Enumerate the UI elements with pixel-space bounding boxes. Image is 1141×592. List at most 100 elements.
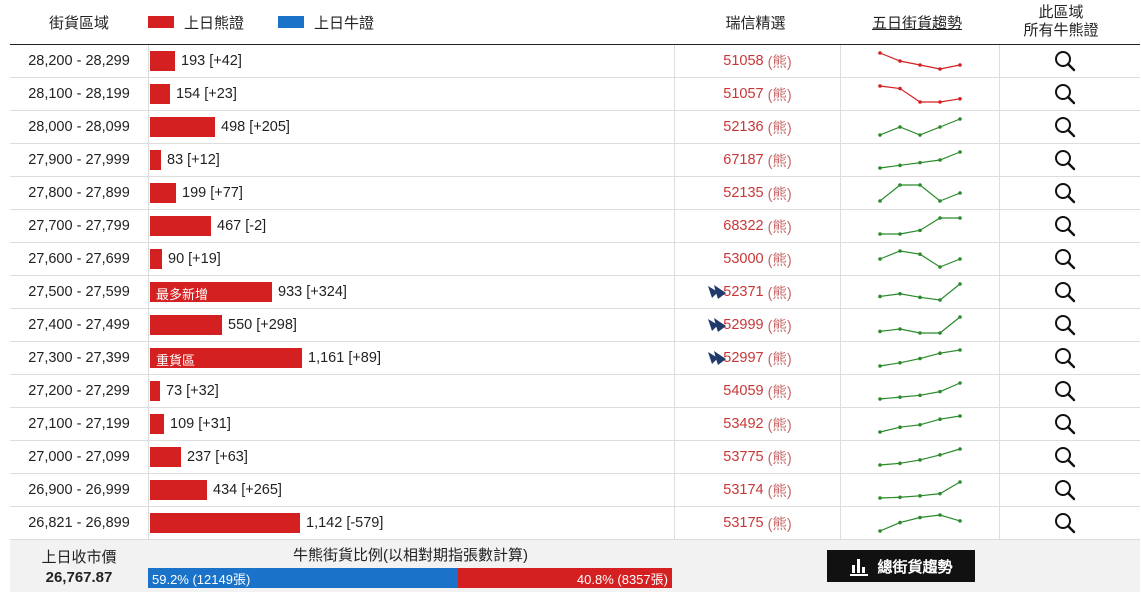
ratio-bar: 59.2% (12149張) 40.8% (8357張) <box>148 568 672 588</box>
search-range-button[interactable] <box>1000 111 1130 143</box>
range-header: 街貨區域 <box>48 14 109 32</box>
sparkline-point <box>958 480 962 484</box>
ubs-pick-cell[interactable]: 68322 (熊) <box>675 210 841 242</box>
warrant-code[interactable]: 51057 <box>723 86 763 102</box>
ratio-bear-segment: 40.8% (8357張) <box>458 568 672 588</box>
ubs-pick-cell[interactable]: 51058 (熊) <box>675 45 841 77</box>
search-range-button[interactable] <box>1000 474 1130 506</box>
previous-close-value: 26,767.87 <box>45 569 113 586</box>
bar-value: 90 [+19] <box>168 251 221 267</box>
ubs-pick-cell[interactable]: 54059 (熊) <box>675 375 841 407</box>
search-range-button[interactable] <box>1000 375 1130 407</box>
sparkline-point <box>938 67 942 71</box>
sparkline-point <box>958 381 962 385</box>
warrant-code[interactable]: 51058 <box>723 53 763 69</box>
search-range-button[interactable] <box>1000 177 1130 209</box>
warrant-code[interactable]: 68322 <box>723 218 763 234</box>
sparkline-point <box>958 191 962 195</box>
ubs-pick-cell[interactable]: 53492 (熊) <box>675 408 841 440</box>
warrant-code[interactable]: 54059 <box>723 383 763 399</box>
sails-logo-icon <box>708 285 726 299</box>
ubs-pick-cell[interactable]: 67187 (熊) <box>675 144 841 176</box>
bar-value: 933 [+324] <box>278 284 347 300</box>
sparkline-point <box>938 351 942 355</box>
search-range-button[interactable] <box>1000 210 1130 242</box>
sparkline-line <box>879 85 961 103</box>
ubs-pick-cell[interactable]: 52371 (熊) <box>675 276 841 308</box>
search-range-button[interactable] <box>1000 408 1130 440</box>
sparkline-point <box>958 97 962 101</box>
search-icon <box>1055 315 1076 336</box>
warrant-code[interactable]: 52135 <box>723 185 763 201</box>
bar-cell: 73 [+32] <box>149 375 675 407</box>
bear-bar <box>150 381 160 401</box>
bar-value: 434 [+265] <box>213 482 282 498</box>
range-cell: 27,500 - 27,599 <box>10 276 149 308</box>
warrant-code[interactable]: 53000 <box>723 251 763 267</box>
ubs-pick-cell[interactable]: 52999 (熊) <box>675 309 841 341</box>
table-row: 27,600 - 27,699 90 [+19] 53000 (熊) <box>10 243 1140 276</box>
range-cell: 26,821 - 26,899 <box>10 507 149 539</box>
trend-cell <box>841 111 1000 143</box>
bear-type-label: (熊) <box>767 351 792 368</box>
sparkline-point <box>878 430 882 434</box>
warrant-code[interactable]: 53492 <box>723 416 763 432</box>
warrant-code[interactable]: 52371 <box>723 284 763 300</box>
bar-value: 199 [+77] <box>182 185 243 201</box>
search-range-button[interactable] <box>1000 276 1130 308</box>
ubs-pick-cell[interactable]: 53174 (熊) <box>675 474 841 506</box>
trend-cell <box>841 177 1000 209</box>
search-range-button[interactable] <box>1000 342 1130 374</box>
warrant-code[interactable]: 53175 <box>723 515 763 531</box>
ubs-pick-cell[interactable]: 51057 (熊) <box>675 78 841 110</box>
sparkline-line <box>879 118 961 136</box>
search-range-button[interactable] <box>1000 78 1130 110</box>
sparkline <box>878 216 962 236</box>
range-cell: 28,000 - 28,099 <box>10 111 149 143</box>
trend-header-link[interactable]: 五日街貨趨勢 <box>838 12 996 33</box>
bear-bar <box>150 249 162 269</box>
trend-cell <box>841 309 1000 341</box>
table-row: 27,700 - 27,799 467 [-2] 68322 (熊) <box>10 210 1140 243</box>
warrant-code[interactable]: 52997 <box>723 350 763 366</box>
search-range-button[interactable] <box>1000 243 1130 275</box>
legend: 上日熊證 上日牛證 <box>148 12 673 33</box>
ubs-pick-cell[interactable]: 52136 (熊) <box>675 111 841 143</box>
table-footer: 上日收市價 26,767.87 牛熊街貨比例(以相對期指張數計算) 59.2% … <box>10 540 1140 592</box>
ubs-pick-cell[interactable]: 53775 (熊) <box>675 441 841 473</box>
ubs-pick-cell[interactable]: 52997 (熊) <box>675 342 841 374</box>
search-header-line2: 所有牛熊證 <box>1023 22 1099 39</box>
search-range-button[interactable] <box>1000 441 1130 473</box>
search-range-button[interactable] <box>1000 144 1130 176</box>
total-trend-button[interactable]: 總街貨趨勢 <box>827 550 975 582</box>
sparkline <box>878 381 962 401</box>
sparkline <box>878 183 962 203</box>
trend-cell <box>841 243 1000 275</box>
sparkline-point <box>898 249 902 253</box>
ubs-pick-cell[interactable]: 52135 (熊) <box>675 177 841 209</box>
sparkline-point <box>898 395 902 399</box>
table-row: 27,300 - 27,399 重貨區 1,161 [+89] 52997 (熊) <box>10 342 1140 375</box>
ubs-pick-cell[interactable]: 53175 (熊) <box>675 507 841 539</box>
bar-cell: 467 [-2] <box>149 210 675 242</box>
warrant-code[interactable]: 52999 <box>723 317 763 333</box>
bear-type-label: (熊) <box>767 516 792 533</box>
search-range-button[interactable] <box>1000 507 1130 539</box>
sparkline-point <box>958 447 962 451</box>
search-range-button[interactable] <box>1000 309 1130 341</box>
search-range-button[interactable] <box>1000 45 1130 77</box>
bar-cell: 90 [+19] <box>149 243 675 275</box>
warrant-code[interactable]: 67187 <box>723 152 763 168</box>
bar-cell: 550 [+298] <box>149 309 675 341</box>
bar-value: 1,142 [-579] <box>306 515 384 531</box>
warrant-code[interactable]: 52136 <box>723 119 763 135</box>
warrant-code[interactable]: 53775 <box>723 449 763 465</box>
table-body: 28,200 - 28,299 193 [+42] 51058 (熊) 28,100 -… <box>10 45 1140 540</box>
sparkline-point <box>938 389 942 394</box>
ubs-pick-cell[interactable]: 53000 (熊) <box>675 243 841 275</box>
warrant-code[interactable]: 53174 <box>723 482 763 498</box>
sparkline-point <box>918 393 922 398</box>
sparkline-point <box>938 158 942 162</box>
trend-cell <box>841 78 1000 110</box>
range-cell: 27,200 - 27,299 <box>10 375 149 407</box>
